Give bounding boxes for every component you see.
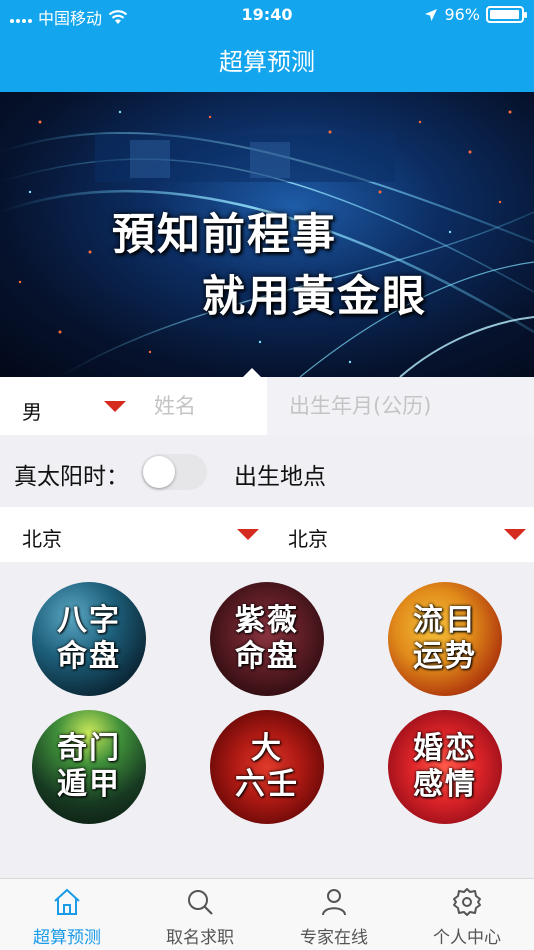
feature-liuren-text: 大 六壬 [210,710,324,824]
gender-value: 男 [22,400,42,424]
birthplace-label: 出生地点 [234,464,326,490]
home-icon [54,888,80,915]
status-bar: 中国移动 19:40 96% [0,0,534,30]
banner-slogan-line2: 就用黃金眼 [202,272,427,322]
solar-time-row: 真太阳时： 出生地点 [0,435,534,507]
feature-line1: 大 [251,731,283,766]
feature-daily-fortune[interactable]: 流日 运势 [388,582,502,696]
feature-liuren[interactable]: 大 六壬 [210,710,324,824]
name-input[interactable] [144,387,262,425]
battery-icon [486,6,527,23]
tab-experts[interactable]: 专家在线 [267,879,401,950]
city-value: 北京 [288,527,328,551]
status-right: 96% [424,5,527,24]
feature-qimen-text: 奇门 遁甲 [32,710,146,824]
toggle-knob [143,456,175,488]
tab-label: 超算预测 [33,928,101,948]
tab-bar: 超算预测 取名求职 专家在线 个人中心 [0,878,534,950]
search-icon [188,890,213,915]
banner-slogan-line1: 預知前程事 [112,210,337,260]
chevron-down-icon [237,529,259,540]
feature-romance[interactable]: 婚恋 感情 [388,710,502,824]
banner-pointer [243,368,261,377]
chevron-down-icon [504,529,526,540]
feature-ziwei[interactable]: 紫薇 命盘 [210,582,324,696]
location-arrow-icon [425,8,438,21]
chevron-down-icon [104,401,126,412]
solar-time-toggle[interactable] [141,454,207,490]
birth-date-field[interactable] [267,377,534,435]
feature-qimen[interactable]: 奇门 遁甲 [32,710,146,824]
top-bar: 中国移动 19:40 96% 超算预测 [0,0,534,92]
feature-line2: 六壬 [235,767,299,802]
tab-label: 个人中心 [433,928,501,948]
promo-banner[interactable]: 預知前程事 就用黃金眼 [0,92,534,377]
battery-percent: 96% [444,5,480,24]
tab-profile[interactable]: 个人中心 [400,879,534,950]
feature-bazi[interactable]: 八字 命盘 [32,582,146,696]
feature-line2: 命盘 [57,639,121,674]
feature-line1: 八字 [57,603,121,638]
person-icon [322,889,346,916]
feature-line2: 感情 [413,767,477,802]
basic-info-row: 男 [0,368,534,435]
feature-bazi-text: 八字 命盘 [32,582,146,696]
birth-date-input[interactable] [267,387,534,425]
feature-line1: 奇门 [57,731,121,766]
page-title: 超算预测 [219,48,315,76]
feature-romance-text: 婚恋 感情 [388,710,502,824]
feature-grid: 八字 命盘 紫薇 命盘 流日 运势 奇门 遁甲 大 六壬 婚恋 感情 [0,562,534,878]
tab-predict[interactable]: 超算预测 [0,879,134,950]
feature-ziwei-text: 紫薇 命盘 [210,582,324,696]
tab-label: 专家在线 [300,928,368,948]
feature-line2: 遁甲 [57,767,121,802]
feature-line2: 运势 [413,639,477,674]
gear-icon [453,888,481,916]
feature-line1: 流日 [413,603,477,638]
feature-line1: 紫薇 [235,603,299,638]
birthplace-row: 北京 北京 [0,507,534,562]
province-value: 北京 [22,527,62,551]
feature-line1: 婚恋 [413,731,477,766]
feature-line2: 命盘 [235,639,299,674]
solar-time-label: 真太阳时： [14,464,129,490]
feature-daily-fortune-text: 流日 运势 [388,582,502,696]
tab-label: 取名求职 [166,928,234,948]
battery-fill [490,10,519,19]
tab-naming[interactable]: 取名求职 [133,879,267,950]
